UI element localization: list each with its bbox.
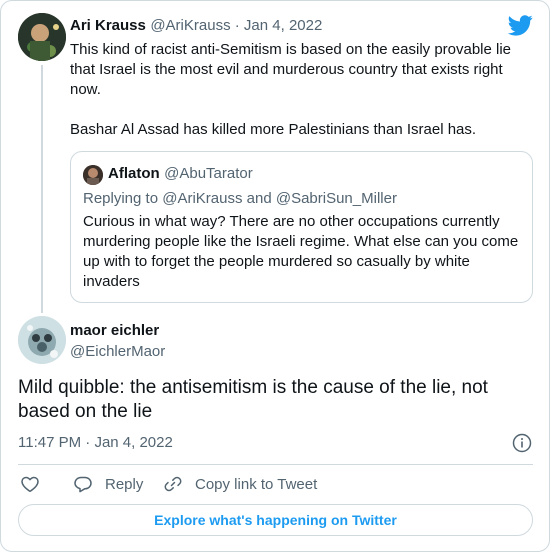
replying-to-prefix: Replying to <box>83 190 159 207</box>
header-separator: · <box>230 17 244 34</box>
quoted-author-avatar <box>83 165 103 185</box>
heart-icon <box>21 476 39 492</box>
parent-tweet-text: This kind of racist anti-Semitism is bas… <box>70 40 532 140</box>
parent-author-name[interactable]: Ari Krauss <box>70 17 146 34</box>
quoted-author-handle: @AbuTarator <box>164 165 253 182</box>
parent-tweet-date[interactable]: Jan 4, 2022 <box>244 17 322 34</box>
main-author-avatar[interactable] <box>18 316 66 364</box>
info-icon[interactable] <box>512 433 532 453</box>
parent-tweet-paragraph-2: Bashar Al Assad has killed more Palestin… <box>70 121 477 138</box>
parent-tweet-paragraph-1: This kind of racist anti-Semitism is bas… <box>70 41 512 98</box>
copy-link-button[interactable]: Copy link to Tweet <box>163 473 317 495</box>
link-icon <box>164 476 182 492</box>
parent-author-handle[interactable]: @AriKrauss <box>150 17 230 34</box>
divider <box>18 464 533 465</box>
replying-to-user-1: @AriKrauss <box>162 190 243 207</box>
like-button[interactable] <box>20 473 40 495</box>
parent-author-avatar[interactable] <box>18 13 66 61</box>
main-tweet-text: Mild quibble: the antisemitism is the ca… <box>18 377 488 422</box>
parent-tweet-header: Ari Krauss @AriKrauss · Jan 4, 2022 <box>70 17 322 35</box>
timestamp-separator: · <box>81 434 95 451</box>
tweet-embed-card: Ari Krauss @AriKrauss · Jan 4, 2022 This… <box>0 0 550 552</box>
speech-bubble-icon <box>74 476 92 493</box>
quoted-tweet-header: Aflaton @AbuTarator <box>108 165 253 183</box>
main-author-name[interactable]: maor eichler <box>70 322 159 339</box>
thread-connector-line <box>41 65 43 313</box>
explore-twitter-button[interactable]: Explore what's happening on Twitter <box>18 504 533 536</box>
reply-button[interactable]: Reply <box>73 473 143 495</box>
replying-to-and: and <box>246 190 272 207</box>
main-author-handle[interactable]: @EichlerMaor <box>70 343 165 360</box>
main-tweet-timestamp[interactable]: 11:47 PM · Jan 4, 2022 <box>18 434 173 451</box>
tweet-time[interactable]: 11:47 PM <box>18 434 81 451</box>
twitter-bird-icon[interactable] <box>508 15 533 36</box>
quoted-tweet-text: Curious in what way? There are no other … <box>83 213 519 290</box>
reply-label: Reply <box>105 475 144 493</box>
replying-to-user-2: @SabriSun_Miller <box>275 190 397 207</box>
tweet-date[interactable]: Jan 4, 2022 <box>94 434 172 451</box>
quoted-replying-to: Replying to @AriKrauss and @SabriSun_Mil… <box>83 190 397 207</box>
copy-link-label: Copy link to Tweet <box>195 475 318 493</box>
quoted-author-name: Aflaton <box>108 165 160 182</box>
quoted-tweet-card[interactable]: Aflaton @AbuTarator Replying to @AriKrau… <box>70 151 533 303</box>
